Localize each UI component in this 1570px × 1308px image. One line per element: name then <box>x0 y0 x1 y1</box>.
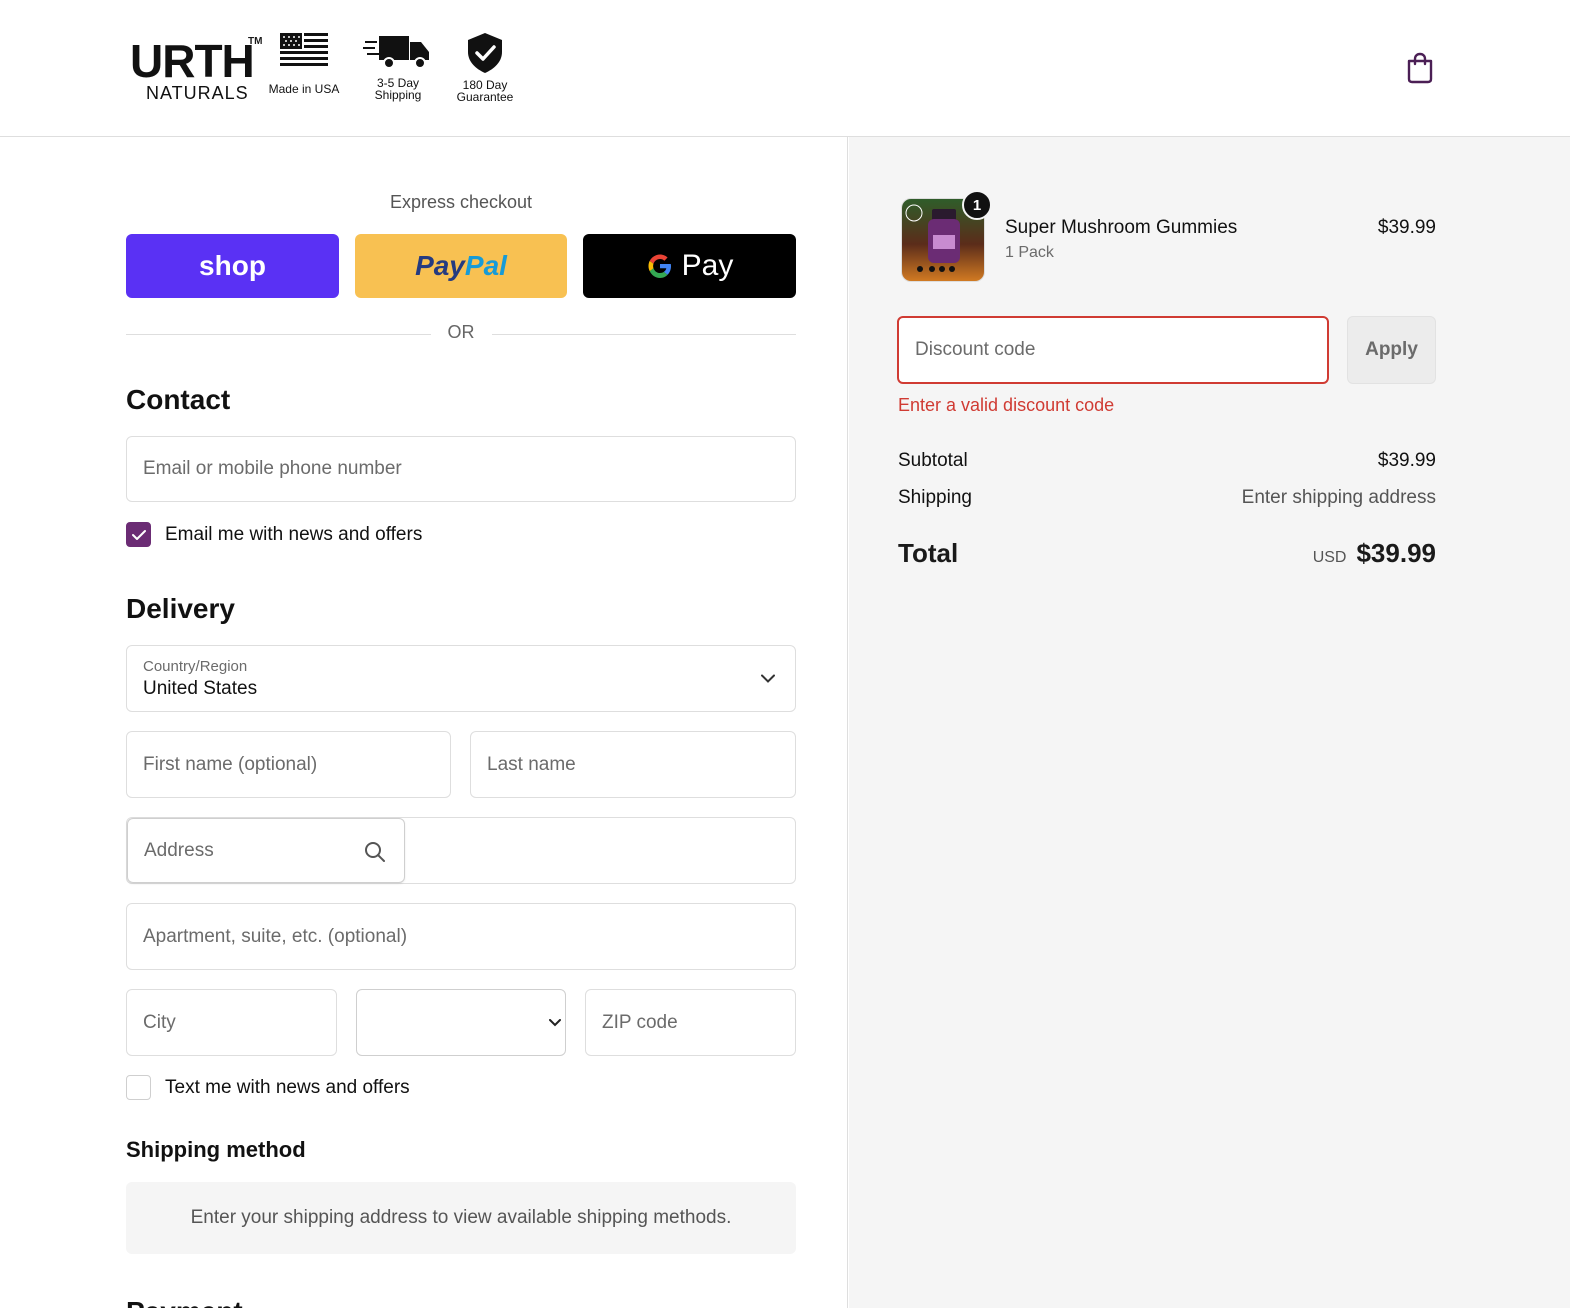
shopping-bag-icon[interactable] <box>1406 52 1434 84</box>
email-news-label: Email me with news and offers <box>165 523 423 545</box>
subtotal-row: Subtotal $39.99 <box>898 450 1436 472</box>
shipping-row: Shipping Enter shipping address <box>898 487 1436 509</box>
quantity-badge: 1 <box>962 190 992 220</box>
made-in-usa-label: Made in USA <box>268 82 340 96</box>
email-field[interactable]: Email or mobile phone number <box>126 436 796 502</box>
brand-name: URTH <box>130 35 255 87</box>
shop-pay-button[interactable]: shop <box>126 234 339 298</box>
guarantee-label-line2: Guarantee <box>456 90 514 104</box>
or-divider: OR <box>126 322 796 346</box>
brand-trademark: TM <box>248 36 263 47</box>
city-field[interactable]: City <box>126 989 337 1056</box>
shield-check-icon <box>468 33 502 73</box>
address-field[interactable]: Address <box>127 818 405 883</box>
or-label: OR <box>447 322 475 342</box>
delivery-heading: Delivery <box>126 593 235 624</box>
total-label: Total <box>898 538 959 568</box>
site-header: URTH TM NATURALS Made in USA 3-5 Day Shi… <box>0 0 1570 137</box>
discount-code-field[interactable]: Discount code <box>897 316 1329 384</box>
email-news-option[interactable]: Email me with news and offers <box>126 522 422 547</box>
google-pay-button[interactable]: Pay <box>583 234 796 298</box>
apartment-field[interactable]: Apartment, suite, etc. (optional) <box>126 903 796 970</box>
brand-logo[interactable]: URTH TM NATURALS <box>130 35 263 103</box>
product-name: Super Mushroom Gummies <box>1005 217 1238 238</box>
paypal-button[interactable]: Pay Pal <box>355 234 567 298</box>
shipping-method-note: Enter your shipping address to view avai… <box>126 1182 796 1254</box>
search-icon[interactable] <box>364 841 386 863</box>
text-news-option[interactable]: Text me with news and offers <box>126 1075 410 1100</box>
text-news-label: Text me with news and offers <box>165 1076 410 1098</box>
apply-discount-button[interactable]: Apply <box>1347 316 1436 384</box>
shipping-value: Enter shipping address <box>1241 487 1436 508</box>
shipping-label: Shipping <box>898 487 972 508</box>
contact-heading: Contact <box>126 384 231 415</box>
country-value: United States <box>143 677 258 699</box>
discount-error-message: Enter a valid discount code <box>898 395 1115 415</box>
product-price: $39.99 <box>1377 217 1436 238</box>
express-checkout-title: Express checkout <box>389 192 533 212</box>
checkmark-icon <box>131 529 146 540</box>
subtotal-label: Subtotal <box>898 450 968 471</box>
text-news-checkbox[interactable] <box>126 1075 151 1100</box>
payment-heading: Payment <box>126 1296 243 1308</box>
state-select[interactable] <box>356 989 566 1056</box>
currency-code: USD <box>1312 549 1347 566</box>
order-summary-panel <box>849 137 1570 1308</box>
us-flag-icon <box>280 33 328 66</box>
subtotal-value: $39.99 <box>1377 450 1436 471</box>
paypal-label-part2: Pal <box>464 250 507 281</box>
brand-subtitle: NATURALS <box>146 83 249 103</box>
first-name-field[interactable]: First name (optional) <box>126 731 451 798</box>
zip-code-field[interactable]: ZIP code <box>585 989 796 1056</box>
shipping-badge: 3-5 Day Shipping <box>360 32 436 101</box>
guarantee-badge: 180 Day Guarantee <box>450 32 520 103</box>
country-select[interactable]: Country/Region United States <box>126 645 796 712</box>
checkout-form-panel <box>0 137 848 1308</box>
total-value: $39.99 <box>1356 538 1436 568</box>
chevron-down-icon <box>549 1018 561 1026</box>
email-news-checkbox[interactable] <box>126 522 151 547</box>
google-pay-label: Pay <box>681 249 734 282</box>
last-name-field[interactable]: Last name <box>470 731 796 798</box>
shipping-label-line2: Shipping <box>374 88 422 102</box>
paypal-label-part1: Pay <box>415 250 465 281</box>
address-placeholder: Address <box>144 839 214 861</box>
delivery-truck-icon <box>363 36 429 69</box>
made-in-usa-badge: Made in USA <box>266 32 342 95</box>
product-variant: 1 Pack <box>1005 244 1054 261</box>
shipping-method-heading: Shipping method <box>126 1137 306 1162</box>
google-g-icon <box>648 254 671 278</box>
country-label: Country/Region <box>143 657 248 675</box>
chevron-down-icon <box>761 674 775 683</box>
total-row: Total USD $39.99 <box>898 538 1436 569</box>
